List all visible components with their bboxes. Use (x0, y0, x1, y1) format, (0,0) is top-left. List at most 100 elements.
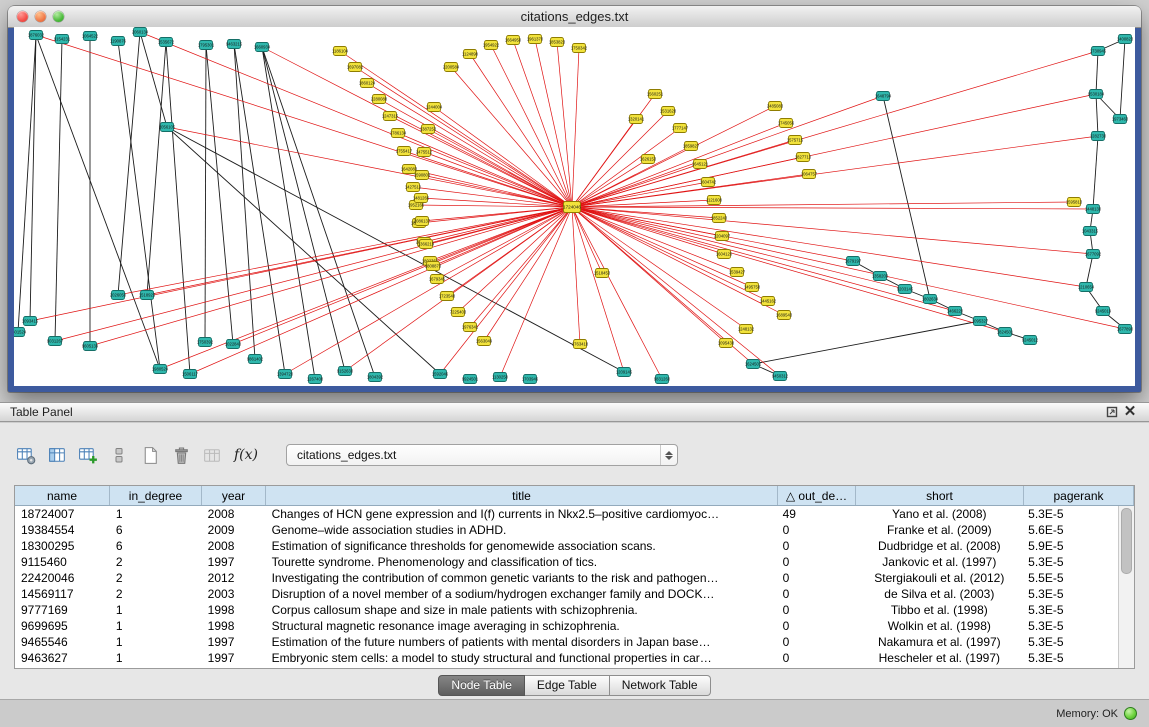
network-canvas[interactable]: 1876032915423110645221190876206013415356… (14, 27, 1135, 386)
tab-edge-table[interactable]: Edge Table (525, 675, 610, 696)
table-row[interactable]: 911546021997Tourette syndrome. Phenomeno… (15, 554, 1118, 570)
function-builder-button[interactable]: f(x) (231, 443, 261, 467)
table-source-select[interactable]: citations_edges.txt (286, 444, 678, 466)
graph-node-label: 1859827 (683, 143, 700, 148)
table-row[interactable]: 1456911722003Disruption of a novel membe… (15, 586, 1118, 602)
column-header-name[interactable]: name (15, 486, 110, 505)
column-mode-button[interactable] (107, 443, 131, 467)
table-cell: 49 (777, 506, 855, 522)
minimize-window-button[interactable] (35, 11, 46, 22)
graph-node-label: 1506117 (182, 371, 199, 376)
table-row[interactable]: 946554611997Estimation of the future num… (15, 634, 1118, 650)
table-cell: 2008 (202, 538, 266, 554)
table-cell: 5.6E-5 (1022, 522, 1118, 538)
table-cell: 2003 (202, 586, 266, 602)
zoom-window-button[interactable] (53, 11, 64, 22)
graph-edge (355, 67, 572, 207)
graph-edge (572, 207, 1125, 329)
tab-node-table[interactable]: Node Table (438, 675, 525, 696)
graph-node-label: 1645121 (692, 161, 709, 166)
window-titlebar[interactable]: citations_edges.txt (8, 6, 1141, 28)
graph-node-label: 1400823 (1117, 36, 1134, 41)
graph-node-label: 1876032 (28, 32, 45, 37)
table-cell: Structural magnetic resonance image aver… (266, 618, 777, 634)
graph-node-label: 1210654 (1078, 284, 1095, 289)
table-cell: 0 (777, 554, 855, 570)
table-cell: Tibbo et al. (1998) (854, 602, 1022, 618)
close-window-button[interactable] (17, 11, 28, 22)
graph-node-label: 9530184 (1088, 91, 1105, 96)
graph-node-label: 1560251 (647, 91, 664, 96)
column-header-pagerank[interactable]: pagerank (1024, 486, 1134, 505)
graph-node-label: 2755417 (396, 148, 413, 153)
graph-edge (451, 67, 572, 207)
table-cell: Dudbridge et al. (2008) (854, 538, 1022, 554)
table-vertical-scrollbar[interactable] (1118, 506, 1134, 668)
new-table-button[interactable] (138, 443, 162, 467)
table-toolbar: f(x) citations_edges.txt (14, 441, 678, 469)
table-settings-button[interactable] (14, 443, 38, 467)
table-cell: Stergiakouli et al. (2012) (854, 570, 1022, 586)
graph-edge (1093, 136, 1098, 209)
table-cell: 5.5E-5 (1022, 570, 1118, 586)
graph-node-label: 1604742 (700, 179, 717, 184)
table-panel-body: f(x) citations_edges.txt namein_degreeye… (0, 423, 1149, 700)
graph-node-label: 1481266 (413, 195, 430, 200)
graph-node-label: 2485083 (767, 103, 784, 108)
scrollbar-thumb[interactable] (1121, 508, 1132, 574)
graph-node-label: 1689543 (776, 312, 793, 317)
float-panel-icon[interactable] (1103, 404, 1121, 420)
graph-node-label: 1723548 (439, 293, 456, 298)
column-header-in-degree[interactable]: in_degree (110, 486, 202, 505)
table-row[interactable]: 1938455462009Genome–wide association stu… (15, 522, 1118, 538)
column-header-out-de-[interactable]: △ out_de… (778, 486, 856, 505)
graph-node-label: 1860124 (359, 80, 376, 85)
table-source-value: citations_edges.txt (297, 448, 660, 462)
delete-table-button[interactable] (169, 443, 193, 467)
graph-edge (36, 35, 572, 207)
table-row[interactable]: 1830029562008Estimation of significance … (15, 538, 1118, 554)
column-header-short[interactable]: short (856, 486, 1024, 505)
table-cell: Yano et al. (2008) (854, 506, 1022, 522)
table-row[interactable]: 1872400712008Changes of HCN gene express… (15, 506, 1118, 522)
graph-node-label: 7225403 (450, 309, 467, 314)
create-column-button[interactable] (76, 443, 100, 467)
graph-node-label: 1130258 (492, 374, 509, 379)
table-row[interactable]: 2242004622012Investigating the contribut… (15, 570, 1118, 586)
graph-edge (262, 47, 345, 371)
graph-node-label: 1539427 (729, 269, 746, 274)
graph-node-label: 9605139 (82, 343, 99, 348)
graph-edge (55, 207, 572, 341)
table-row[interactable]: 969969511998Structural magnetic resonanc… (15, 618, 1118, 634)
graph-node-label: 1244004 (426, 104, 443, 109)
graph-node-label: 1642083 (401, 166, 418, 171)
import-table-button[interactable] (200, 443, 224, 467)
table-cell: Embryonic stem cells: a model to study s… (266, 650, 777, 666)
select-columns-button[interactable] (45, 443, 69, 467)
graph-edge (233, 207, 572, 344)
graph-node-label: 2204097 (714, 233, 731, 238)
graph-node-label: 1095438 (718, 340, 735, 345)
table-row[interactable]: 977716911998Corpus callosum shape and si… (15, 602, 1118, 618)
graph-edge (572, 164, 700, 207)
graph-node-label: 1954922 (483, 42, 500, 47)
table-cell: Disruption of a novel member of a sodium… (266, 586, 777, 602)
table-cell: Tourette syndrome. Phenomenology and cla… (266, 554, 777, 570)
graph-node-label: 9924501 (462, 376, 479, 381)
tab-network-table[interactable]: Network Table (610, 675, 711, 696)
graph-node-label: 9152630 (337, 368, 354, 373)
network-view[interactable]: 1876032915423110645221190876206013415356… (14, 27, 1135, 386)
graph-edge (118, 207, 572, 295)
graph-edge (166, 42, 190, 374)
table-cell: Franke et al. (2009) (854, 522, 1022, 538)
column-header-title[interactable]: title (266, 486, 778, 505)
table-cell: 0 (777, 602, 855, 618)
table-type-tabs: Node TableEdge TableNetwork Table (0, 675, 1149, 696)
graph-node-label: 1604120 (716, 251, 733, 256)
graph-node-label: 1745056 (778, 120, 795, 125)
table-cell: 1 (110, 506, 202, 522)
column-header-year[interactable]: year (202, 486, 266, 505)
close-panel-icon[interactable]: ✕ (1121, 404, 1139, 420)
table-cell: 9699695 (15, 618, 110, 634)
table-row[interactable]: 946362711997Embryonic stem cells: a mode… (15, 650, 1118, 666)
